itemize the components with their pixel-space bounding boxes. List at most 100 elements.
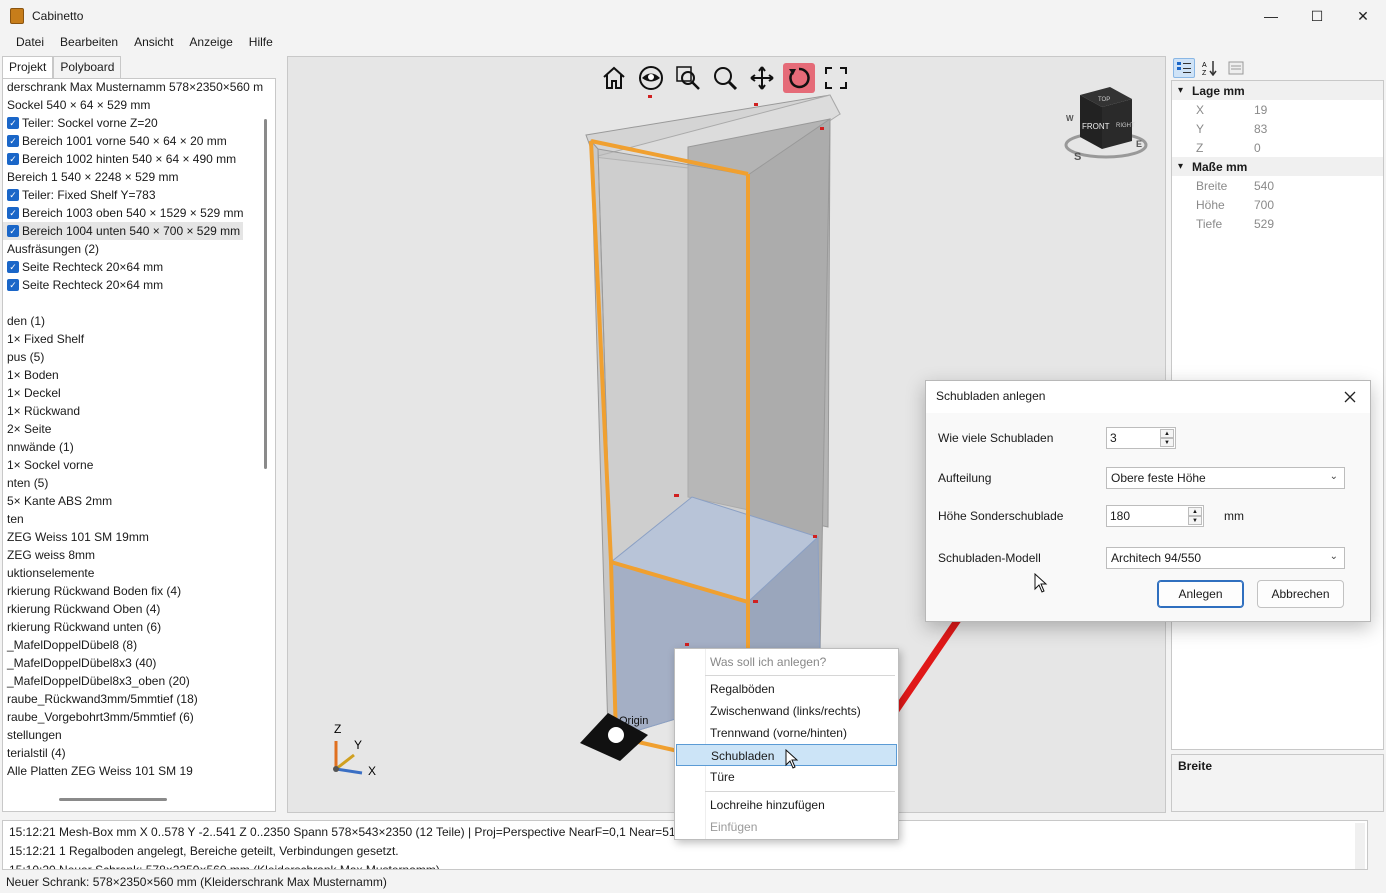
- special-height-value[interactable]: 180: [1110, 509, 1130, 523]
- tree-item[interactable]: _MafelDoppelDübel8x3_oben (20): [3, 672, 275, 690]
- menu-hilfe[interactable]: Hilfe: [241, 32, 281, 54]
- tree-item[interactable]: uktionselemente: [3, 564, 275, 582]
- prop-value[interactable]: 540: [1228, 179, 1274, 193]
- tree-item[interactable]: rkierung Rückwand unten (6): [3, 618, 275, 636]
- tree-item[interactable]: ten: [3, 510, 275, 528]
- project-tree[interactable]: derschrank Max Musternamm 578×2350×560 m…: [2, 78, 276, 812]
- prop-y[interactable]: Y 83: [1172, 119, 1383, 138]
- split-select[interactable]: Obere feste Höhe ⌄: [1106, 467, 1345, 489]
- tree-item[interactable]: ✓ Seite Rechteck 20×64 mm: [3, 258, 275, 276]
- zoom-box-icon[interactable]: [672, 63, 704, 93]
- rotate-icon[interactable]: [783, 63, 815, 93]
- tree-item[interactable]: ZEG weiss 8mm: [3, 546, 275, 564]
- tree-item[interactable]: 1× Fixed Shelf: [3, 330, 275, 348]
- special-height-stepper[interactable]: 180 ▲ ▼: [1106, 505, 1204, 527]
- maximize-button[interactable]: ☐: [1294, 0, 1340, 32]
- tab-polyboard[interactable]: Polyboard: [53, 56, 122, 78]
- prop-value[interactable]: 700: [1228, 198, 1274, 212]
- tree-item[interactable]: _MafelDoppelDübel8x3 (40): [3, 654, 275, 672]
- menu-item-regalboeden[interactable]: Regalböden: [676, 678, 897, 700]
- prop-breite[interactable]: Breite 540: [1172, 176, 1383, 195]
- dialog-close-button[interactable]: [1340, 387, 1360, 407]
- prop-z[interactable]: Z0: [1172, 138, 1383, 157]
- tree-item[interactable]: nten (5): [3, 474, 275, 492]
- menu-item-lochreihe[interactable]: Lochreihe hinzufügen: [676, 794, 897, 816]
- prop-hoehe[interactable]: Höhe 700: [1172, 195, 1383, 214]
- tree-item[interactable]: rkierung Rückwand Boden fix (4): [3, 582, 275, 600]
- nav-cube-right[interactable]: RIGHT: [1116, 123, 1135, 129]
- tree-vertical-scrollbar[interactable]: [264, 119, 267, 469]
- tree-item[interactable]: 1× Deckel: [3, 384, 275, 402]
- checkbox-icon[interactable]: ✓: [7, 261, 19, 273]
- tab-projekt[interactable]: Projekt: [2, 56, 54, 78]
- checkbox-icon[interactable]: ✓: [7, 225, 19, 237]
- tree-item[interactable]: stellungen: [3, 726, 275, 744]
- tree-item[interactable]: ✓ Bereich 1003 oben 540 × 1529 × 529 mm: [3, 204, 275, 222]
- checkbox-icon[interactable]: ✓: [7, 153, 19, 165]
- tree-item[interactable]: Alle Platten ZEG Weiss 101 SM 19: [3, 762, 275, 780]
- group-masse[interactable]: ▾ Maße mm: [1172, 157, 1383, 176]
- nav-cube-top[interactable]: TOP: [1098, 97, 1110, 103]
- stepper-down-button[interactable]: ▼: [1188, 516, 1202, 525]
- tree-item[interactable]: den (1): [3, 312, 275, 330]
- drawer-count-stepper[interactable]: 3 ▲ ▼: [1106, 427, 1176, 449]
- tree-horizontal-scrollbar[interactable]: [59, 798, 167, 801]
- tree-item[interactable]: 5× Kante ABS 2mm: [3, 492, 275, 510]
- tree-item[interactable]: ✓ Bereich 1001 vorne 540 × 64 × 20 mm: [3, 132, 275, 150]
- prop-value[interactable]: 529: [1228, 217, 1274, 231]
- property-pages-icon[interactable]: [1225, 58, 1247, 78]
- tree-item[interactable]: raube_Vorgebohrt3mm/5mmtief (6): [3, 708, 275, 726]
- eye-icon[interactable]: [635, 63, 667, 93]
- pan-icon[interactable]: [746, 63, 778, 93]
- stepper-up-button[interactable]: ▲: [1160, 429, 1174, 438]
- log-scrollbar[interactable]: [1355, 823, 1365, 869]
- checkbox-icon[interactable]: ✓: [7, 189, 19, 201]
- tree-item[interactable]: Sockel 540 × 64 × 529 mm: [3, 96, 275, 114]
- checkbox-icon[interactable]: ✓: [7, 117, 19, 129]
- stepper-up-button[interactable]: ▲: [1188, 507, 1202, 516]
- tree-item[interactable]: 1× Sockel vorne: [3, 456, 275, 474]
- create-button[interactable]: Anlegen: [1157, 580, 1244, 608]
- menu-item-tuere[interactable]: Türe: [676, 766, 897, 788]
- nav-cube[interactable]: FRONT TOP RIGHT S E W: [1064, 87, 1148, 163]
- menu-item-zwischenwand[interactable]: Zwischenwand (links/rechts): [676, 700, 897, 722]
- tree-item[interactable]: ✓ Teiler: Fixed Shelf Y=783: [3, 186, 275, 204]
- model-select[interactable]: Architech 94/550 ⌄: [1106, 547, 1345, 569]
- sort-alpha-icon[interactable]: AZ: [1199, 58, 1221, 78]
- menu-item-trennwand[interactable]: Trennwand (vorne/hinten): [676, 722, 897, 744]
- fit-icon[interactable]: [820, 63, 852, 93]
- prop-x[interactable]: X 19: [1172, 100, 1383, 119]
- prop-value[interactable]: 0: [1228, 141, 1261, 155]
- tree-item[interactable]: _MafelDoppelDübel8 (8): [3, 636, 275, 654]
- checkbox-icon[interactable]: ✓: [7, 135, 19, 147]
- tree-item[interactable]: raube_Rückwand3mm/5mmtief (18): [3, 690, 275, 708]
- prop-value[interactable]: 19: [1228, 103, 1267, 117]
- tree-item[interactable]: [3, 294, 275, 312]
- tree-item[interactable]: Ausfräsungen (2): [3, 240, 275, 258]
- tree-item[interactable]: nnwände (1): [3, 438, 275, 456]
- tree-item[interactable]: pus (5): [3, 348, 275, 366]
- tree-item[interactable]: Bereich 1 540 × 2248 × 529 mm: [3, 168, 275, 186]
- drawer-count-value[interactable]: 3: [1110, 431, 1117, 445]
- tree-item[interactable]: derschrank Max Musternamm 578×2350×560 m: [3, 79, 275, 96]
- group-lage[interactable]: ▾ Lage mm: [1172, 81, 1383, 100]
- checkbox-icon[interactable]: ✓: [7, 207, 19, 219]
- tree-item[interactable]: ✓ Bereich 1004 unten 540 × 700 × 529 mm: [3, 222, 243, 240]
- menu-bearbeiten[interactable]: Bearbeiten: [52, 32, 126, 54]
- minimize-button[interactable]: —: [1248, 0, 1294, 32]
- prop-value[interactable]: 83: [1228, 122, 1267, 136]
- stepper-down-button[interactable]: ▼: [1160, 438, 1174, 447]
- tree-item[interactable]: ✓ Teiler: Sockel vorne Z=20: [3, 114, 275, 132]
- tree-item[interactable]: ✓ Seite Rechteck 20×64 mm: [3, 276, 275, 294]
- menu-anzeige[interactable]: Anzeige: [181, 32, 240, 54]
- prop-tiefe[interactable]: Tiefe 529: [1172, 214, 1383, 233]
- close-button[interactable]: ✕: [1340, 0, 1386, 32]
- nav-cube-front[interactable]: FRONT: [1082, 122, 1110, 131]
- tree-item[interactable]: terialstil (4): [3, 744, 275, 762]
- tree-item[interactable]: 2× Seite: [3, 420, 275, 438]
- tree-item[interactable]: 1× Boden: [3, 366, 275, 384]
- tree-item[interactable]: ZEG Weiss 101 SM 19mm: [3, 528, 275, 546]
- checkbox-icon[interactable]: ✓: [7, 279, 19, 291]
- cancel-button[interactable]: Abbrechen: [1257, 580, 1344, 608]
- home-icon[interactable]: [598, 63, 630, 93]
